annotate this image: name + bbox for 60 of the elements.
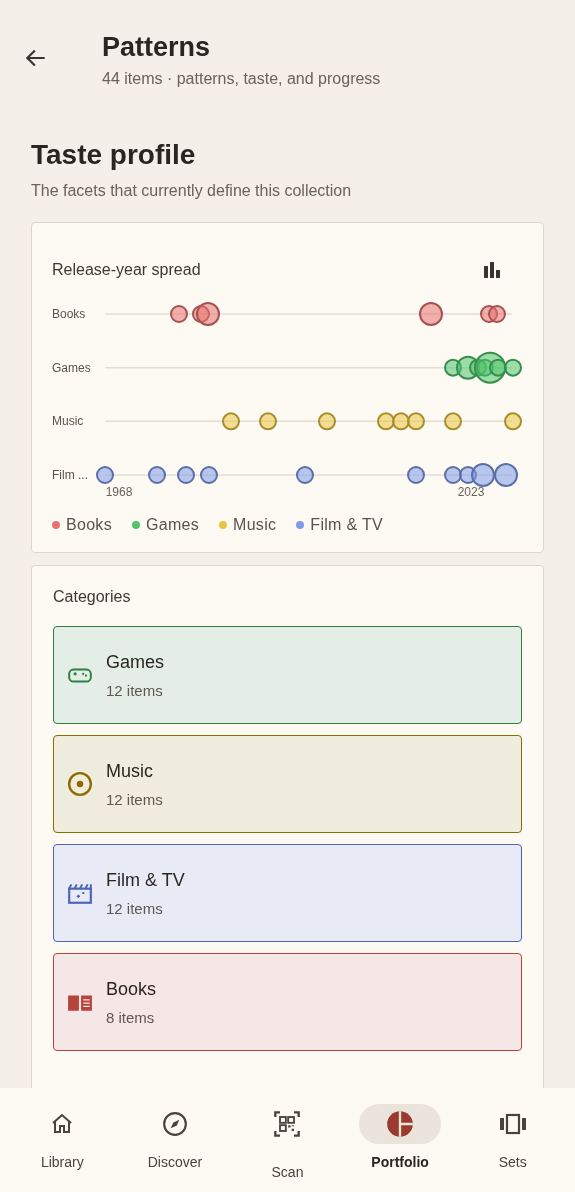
section-title: Taste profile (31, 138, 197, 172)
item-count: 12 items (106, 681, 164, 699)
data-point (377, 412, 395, 431)
page-subtitle: 44 items · patterns, taste, and progress (102, 70, 381, 88)
nav-tab[interactable]: Library (7, 1088, 118, 1192)
category-card[interactable]: Film & TV 12 items (53, 844, 522, 942)
category-name: Games (106, 651, 165, 673)
data-point (407, 412, 425, 431)
data-point (96, 466, 114, 484)
legend-label: Books (66, 516, 112, 534)
item-count: 8 items (106, 1008, 156, 1026)
data-point (177, 466, 195, 484)
category-card[interactable]: Music 12 items (53, 735, 522, 833)
bar-chart-icon[interactable] (483, 262, 501, 278)
data-point (200, 466, 218, 484)
pie-chart-icon (386, 1110, 415, 1138)
nav-tab[interactable]: Portfolio (345, 1088, 456, 1192)
nav-tab[interactable]: Scan (232, 1088, 343, 1192)
disc-icon (67, 771, 93, 797)
data-point (392, 412, 410, 431)
nav-tab[interactable]: Discover (119, 1088, 230, 1192)
data-point (170, 305, 188, 323)
data-point (259, 412, 277, 431)
chart-title: Release-year spread (52, 261, 201, 279)
category-name: Music (106, 760, 154, 782)
axis-label: 1968 (105, 485, 133, 499)
data-point (318, 412, 336, 431)
data-point (419, 302, 443, 326)
data-point (471, 463, 495, 487)
card-title: Categories (53, 588, 132, 606)
data-point (222, 412, 240, 431)
page-title: Patterns (102, 31, 212, 64)
row-label: Film ... (52, 468, 88, 482)
data-point (196, 302, 220, 326)
category-name: Film & TV (106, 869, 185, 891)
item-count: 12 items (106, 899, 164, 917)
legend-label: Games (145, 516, 200, 534)
row-label: Music (52, 414, 84, 429)
qr-code-icon (273, 1110, 302, 1138)
item-count: 12 items (106, 790, 163, 808)
legend-label: Music (233, 516, 277, 534)
axis-label: 2023 (457, 485, 485, 499)
legend-label: Film & TV (310, 516, 383, 534)
data-point (296, 466, 314, 484)
category-name: Books (106, 978, 157, 1000)
row-label: Games (52, 360, 91, 375)
data-point (504, 412, 522, 431)
data-point (148, 466, 166, 484)
data-point (494, 463, 518, 487)
compass-icon (161, 1111, 188, 1137)
data-point (407, 466, 425, 484)
section-subtitle: The facets that currently define this collection (31, 182, 353, 200)
category-card[interactable]: Books 8 items (53, 953, 522, 1051)
row-label: Books (52, 307, 86, 321)
data-point (444, 412, 462, 431)
carousel-icon (498, 1112, 527, 1136)
category-card[interactable]: Games 12 items (53, 626, 522, 724)
data-point (444, 466, 462, 484)
data-point (488, 305, 506, 323)
nav-tab[interactable]: Sets (457, 1088, 568, 1192)
